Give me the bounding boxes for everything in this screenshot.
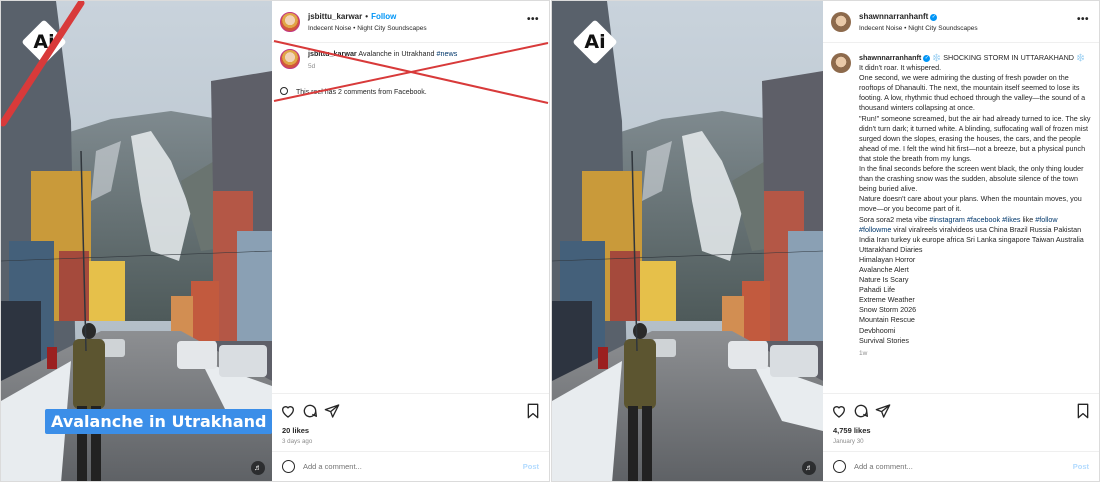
header-username-row: shawnnarranhanft ✓ [859,12,938,21]
hashtag-line-start: Sora sora2 meta vibe [859,214,928,224]
hashtag-plain: like [1022,214,1034,224]
post-header: shawnnarranhanft ✓ Indecent Noise • Night… [823,1,1099,43]
facebook-icon [280,87,288,95]
caption-title-row: shawnnarranhanft ✓ ❄️ SHOCKING STORM IN U… [859,53,1091,63]
comment-box: Add a comment... Post [823,451,1099,481]
topic-line: Devbhoomi [859,325,896,335]
caption-line: One second, we were admiring the dusting… [859,73,1086,113]
caption-time: 1w [859,349,868,357]
post-date: 3 days ago [282,438,313,445]
post-sidebar: jsbittu_karwar • Follow Indecent Noise • N… [272,1,549,481]
caption-text: jsbittu_karwar Avalanche in Utrakhand #n… [308,49,541,72]
caption-username[interactable]: shawnnarranhanft [859,53,921,62]
video-caption: Avalanche in Utrakhand [45,409,272,434]
hashtag-link[interactable]: #facebook [967,215,1000,224]
topic-line: Extreme Weather [859,295,915,305]
topic-line: Pahadi Life [859,285,895,295]
topic-line: Nature Is Scary [859,275,909,285]
caption-line: "Run!" someone screamed, but the air had… [859,113,1091,163]
topic-line: Survival Stories [859,335,909,345]
caption-text: shawnnarranhanft ✓ ❄️ SHOCKING STORM IN U… [859,53,1091,359]
topic-line: Himalayan Horror [859,254,916,264]
speaker-muted-icon[interactable]: ♬ [802,461,816,475]
post-sidebar: shawnnarranhanft ✓ Indecent Noise • Night… [823,1,1099,481]
right-post: Ai ♬ shawnnarranhanft ✓ Indecent Noise • … [551,0,1100,482]
caption-body: Avalanche in Utrakhand [358,49,435,58]
hashtag-link[interactable]: #follow [1035,215,1057,224]
comment-icon[interactable] [853,403,869,419]
comment-input[interactable]: Add a comment... [854,462,913,471]
follow-button[interactable]: Follow [371,12,396,21]
hashtag-link[interactable]: #instagram [929,215,965,224]
caption-title: ❄️ SHOCKING STORM IN UTTARAKHAND ❄️ [932,53,1085,62]
comments-note: This reel has 2 comments from Facebook. [280,87,427,96]
topic-line: Avalanche Alert [859,264,909,274]
share-icon[interactable] [324,403,340,419]
caption-time: 5d [308,63,316,71]
post-header: jsbittu_karwar • Follow Indecent Noise • N… [272,1,549,43]
topic-line: Snow Storm 2026 [859,305,917,315]
comment-input[interactable]: Add a comment... [303,462,362,471]
topic-line: Uttarakhand Diaries [859,244,923,254]
post-comment-button[interactable]: Post [523,462,539,471]
caption-line: Nature doesn't care about your plans. Wh… [859,194,1082,214]
avatar[interactable] [280,12,300,32]
ai-badge: Ai [21,19,67,65]
topic-line: Mountain Rescue [859,315,915,325]
comments-note-text: This reel has 2 comments from Facebook. [296,89,427,96]
emoji-icon[interactable] [282,460,295,473]
video-frame [552,1,823,481]
caption-username[interactable]: jsbittu_karwar [308,49,357,58]
hashtag-link[interactable]: #likes [1002,215,1020,224]
hashtag-link[interactable]: #news [437,49,458,58]
share-icon[interactable] [875,403,891,419]
avatar[interactable] [831,12,851,32]
caption-avatar[interactable] [280,49,300,69]
verified-icon: ✓ [930,14,938,21]
hashtag-line: Sora sora2 meta vibe #instagram #faceboo… [859,215,1091,245]
verified-icon: ✓ [923,55,931,62]
header-username-row: jsbittu_karwar • Follow [308,12,397,21]
emoji-icon[interactable] [833,460,846,473]
speaker-muted-icon[interactable]: ♬ [251,461,265,475]
reel-video[interactable]: Ai Avalanche in Utrakhand ♬ [1,1,272,481]
more-options-icon[interactable]: ••• [1077,14,1089,25]
post-date: January 30 [833,438,864,445]
ai-badge: Ai [572,19,618,65]
hashtag-link[interactable]: #followme [859,225,891,234]
post-comment-button[interactable]: Post [1073,462,1089,471]
left-post: Ai Avalanche in Utrakhand ♬ jsbittu_karw… [0,0,550,482]
audio-track[interactable]: Indecent Noise • Night City Soundscapes [859,25,978,32]
more-options-icon[interactable]: ••• [527,14,539,25]
comment-box: Add a comment... Post [272,451,549,481]
comment-icon[interactable] [302,403,318,419]
heart-icon[interactable] [831,403,847,419]
bookmark-icon[interactable] [525,403,541,419]
audio-track[interactable]: Indecent Noise • Night City Soundscapes [308,25,427,32]
bookmark-icon[interactable] [1075,403,1091,419]
reel-video[interactable]: Ai ♬ [552,1,823,481]
heart-icon[interactable] [280,403,296,419]
hashtag-line-end: viral viralreels viralvideos usa China B… [859,224,1084,244]
likes-count[interactable]: 20 likes [282,426,309,435]
caption-line: It didn't roar. It whispered. [859,63,942,73]
username-link[interactable]: shawnnarranhanft [859,12,928,21]
likes-count[interactable]: 4,759 likes [833,426,871,435]
caption-line: In the final seconds before the screen w… [859,164,1084,194]
username-link[interactable]: jsbittu_karwar [308,12,362,21]
caption-avatar[interactable] [831,53,851,73]
